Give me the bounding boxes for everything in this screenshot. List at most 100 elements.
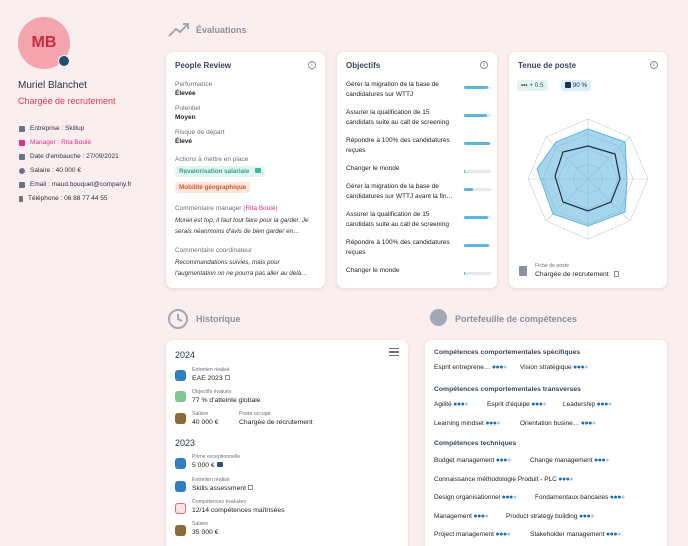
objective-progress-fill — [464, 114, 487, 117]
skill-item[interactable]: Esprit d'équipe ●●●● — [487, 401, 547, 408]
skill-item[interactable]: Learning mindset ●●●● — [434, 420, 501, 427]
skill-item[interactable]: Connaissance méthodologie Produit - PLC … — [434, 476, 574, 483]
skill-item[interactable]: Stakeholder management ●●●● — [530, 531, 621, 538]
coin-icon — [19, 167, 25, 174]
entry-value[interactable]: EAE 2023 — [192, 375, 230, 382]
skill-item[interactable]: Change management ●●●● — [530, 457, 609, 464]
skill-name: Esprit entreprene… — [434, 364, 491, 371]
salary-row: Salaire : 40 000 € — [19, 167, 81, 174]
performance-label: Performance — [175, 81, 213, 88]
entry-label: Entretien réalisé — [192, 477, 230, 483]
manager-comment: Muriel est top, il faut tout faire pour … — [175, 217, 309, 235]
objective-item[interactable]: Assurer la qualification de 15 candidats… — [346, 210, 491, 229]
skills-portfolio-icon — [430, 309, 447, 326]
skill-item[interactable]: Product strategy building ●●●● — [506, 513, 594, 520]
skill-name: Stakeholder management — [530, 531, 605, 538]
company-row: Entreprise : Skillup — [19, 125, 84, 132]
fiche-value[interactable]: Chargée de recrutement — [535, 271, 619, 278]
objective-text: Assurer la qualification de 15 candidats… — [346, 109, 449, 126]
people-review-title: People Review — [175, 61, 232, 70]
percent-badge-text: 90 % — [572, 82, 588, 89]
potential-label: Potentiel — [175, 105, 201, 112]
skill-level-dots: ●●●● — [529, 401, 547, 408]
check-icon — [565, 82, 571, 88]
avatar-badge-icon[interactable] — [58, 55, 70, 67]
phone-text: Téléphone : 06 88 77 44 55 — [28, 195, 108, 202]
skill-group-title: Compétences comportementales spécifiques — [434, 349, 581, 356]
skill-item[interactable]: Leadership ●●●● — [563, 401, 612, 408]
objective-progress-bar — [464, 114, 491, 117]
mail-icon — [19, 181, 25, 188]
entry-value-text[interactable]: Skills assessment — [192, 485, 246, 492]
entry-value-2: Chargée de recrutement — [239, 419, 313, 426]
entry-value[interactable]: Skills assessment — [192, 485, 253, 492]
skill-name: Agilité — [434, 401, 452, 408]
skill-item[interactable]: Project management ●●●● — [434, 531, 511, 538]
skill-item[interactable]: Orientation busine… ●●●● — [520, 420, 596, 427]
manager-text[interactable]: Manager : Rita Boulé — [30, 139, 91, 146]
entry-label: Salaire — [192, 521, 209, 527]
entry-label: Compétences évaluées — [192, 499, 247, 505]
skill-item[interactable]: Esprit entreprene… ●●●● — [434, 364, 507, 371]
company-text: Entreprise : Skillup — [30, 125, 85, 132]
objective-progress-bar — [464, 188, 491, 191]
manager-row[interactable]: Manager : Rita Boulé — [19, 139, 91, 146]
performance-value: Élevée — [175, 90, 196, 97]
objective-item[interactable]: Répondre à 100% des candidatures reçues — [346, 136, 491, 155]
entry-value: 5 000 € — [192, 462, 223, 469]
objective-item[interactable]: Changer le monde — [346, 266, 491, 276]
entry-value-text: 5 000 € — [192, 462, 215, 469]
fiche-label: Fiche de poste — [535, 263, 570, 269]
skill-name: Change management — [530, 457, 593, 464]
info-icon[interactable]: i — [308, 61, 316, 69]
skill-item[interactable]: Fondamentaux bancaires ●●●● — [535, 494, 625, 501]
entry-value: 40 000 € — [192, 419, 219, 426]
competences-card: Compétences comportementales spécifiques… — [425, 340, 667, 546]
skill-name: Connaissance méthodologie Produit - PLC — [434, 476, 557, 483]
objective-progress-fill — [464, 272, 466, 275]
risk-label: Risque de départ — [175, 129, 225, 136]
skill-level-dots: ●●●● — [483, 420, 501, 427]
objective-item[interactable]: Assurer la qualification de 15 candidats… — [346, 108, 491, 127]
entry-value: 35 000 € — [192, 529, 219, 536]
fiche-value-text[interactable]: Chargée de recrutement — [535, 271, 609, 278]
coord-comment: Recommandations suivies, mais pour l'aug… — [175, 259, 308, 277]
objective-text: Répondre à 100% des candidatures reçues — [346, 239, 450, 256]
skill-item[interactable]: Management ●●●● — [434, 513, 489, 520]
objective-item[interactable]: Gérer la migration de la base de candida… — [346, 80, 491, 99]
objective-item[interactable]: Changer le monde — [346, 164, 491, 174]
chat-icon — [175, 481, 186, 492]
entry-value-text[interactable]: EAE 2023 — [192, 375, 223, 382]
entry-label: Salaire — [192, 411, 209, 417]
comment-icon[interactable] — [216, 462, 223, 467]
tenue-title: Tenue de poste — [518, 61, 577, 70]
skill-group-title: Compétences techniques — [434, 440, 517, 447]
info-icon[interactable]: i — [650, 61, 658, 69]
building-icon — [19, 125, 25, 132]
people-icon — [19, 139, 25, 146]
objective-item[interactable]: Gérer la migration de la base de candida… — [346, 182, 491, 201]
skill-item[interactable]: Agilité ●●●● — [434, 401, 469, 408]
skill-name: Leadership — [563, 401, 596, 408]
objective-progress-fill — [464, 170, 466, 173]
external-link-icon[interactable] — [247, 485, 253, 490]
external-link-icon[interactable] — [224, 375, 230, 380]
skill-level-dots: ●●●● — [604, 531, 621, 538]
dots-icon: ••• — [521, 82, 528, 89]
skill-item[interactable]: Budget management ●●●● — [434, 457, 511, 464]
skill-name: Budget management — [434, 457, 495, 464]
skill-item[interactable]: Vision stratégique ●●●● — [520, 364, 588, 371]
info-icon[interactable]: i — [480, 61, 488, 69]
skill-name: Project management — [434, 531, 494, 538]
skill-level-dots: ●●●● — [490, 364, 507, 371]
manager-comment-author[interactable]: (Rita Boulé) — [243, 205, 277, 212]
skill-level-dots: ●●●● — [500, 494, 517, 501]
filter-icon[interactable] — [389, 348, 399, 356]
objective-item[interactable]: Répondre à 100% des candidatures reçues — [346, 238, 491, 257]
trend-icon — [168, 23, 189, 37]
phone-row: Téléphone : 06 88 77 44 55 — [19, 195, 108, 202]
entry-label: Entretien réalisé — [192, 367, 230, 373]
skill-name: Product strategy building — [506, 513, 578, 520]
objective-progress-bar — [464, 244, 491, 247]
skill-item[interactable]: Design organisationnel ●●●● — [434, 494, 517, 501]
